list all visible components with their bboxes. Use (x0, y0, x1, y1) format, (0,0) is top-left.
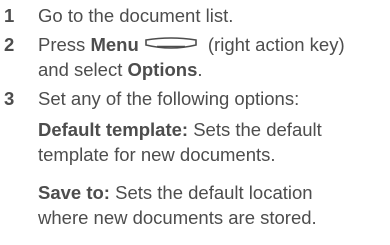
step-2-pre-text: Press (38, 34, 91, 55)
step-text: Set any of the following options: (38, 86, 388, 111)
step-number: 1 (4, 5, 15, 26)
option-label: Default template: (38, 119, 189, 140)
option-line-1: Save to: Sets the default location (38, 180, 388, 205)
step-text: Go to the document list. (38, 3, 388, 28)
option-line-1: Default template: Sets the default (38, 117, 388, 142)
step-number: 2 (4, 34, 15, 55)
option-default-template: Default template: Sets the default templ… (38, 117, 388, 167)
step-text: Press Menu (right action key) and select… (38, 32, 388, 82)
step-2-line-2: and select Options. (38, 57, 388, 82)
options-label: Options (127, 59, 198, 80)
option-save-to: Save to: Sets the default location where… (38, 180, 388, 230)
option-desc-2: where new documents are stored. (38, 207, 317, 228)
option-desc-2: template for new documents. (38, 144, 276, 165)
step-1-text: Go to the document list. (38, 5, 234, 26)
step-3-text: Set any of the following options: (38, 88, 300, 109)
step-2-line2-post: . (197, 59, 203, 80)
option-desc-1: Sets the default (188, 119, 322, 140)
step-2-post-text: (right action key) (202, 34, 345, 55)
instructions-page: 1 Go to the document list. 2 Press Menu … (0, 0, 390, 245)
option-label: Save to: (38, 182, 110, 203)
menu-label: Menu (90, 34, 139, 55)
step-number: 3 (4, 88, 15, 109)
step-2-line-1: Press Menu (right action key) (38, 32, 388, 57)
option-desc-1: Sets the default location (109, 182, 313, 203)
step-2-line2-pre: and select (38, 59, 128, 80)
action-key-icon (144, 32, 197, 57)
